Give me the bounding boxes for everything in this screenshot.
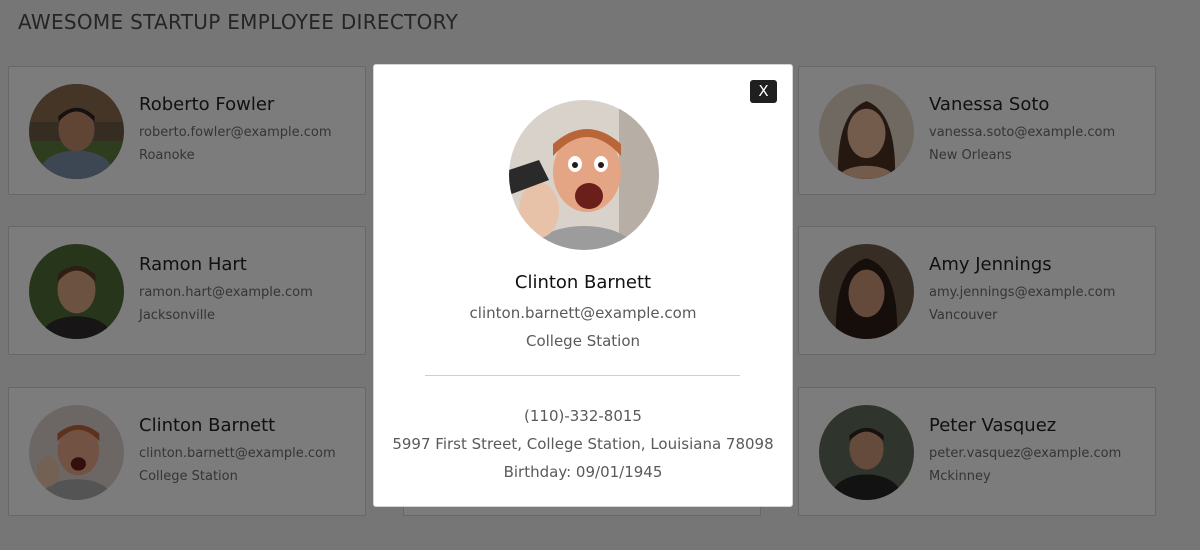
employee-modal: X Clinton Barnett clinton.barnett@exampl… [373, 64, 793, 507]
modal-employee-city: College Station [525, 332, 641, 350]
close-button[interactable]: X [750, 80, 777, 103]
modal-employee-email: clinton.barnett@example.com [469, 304, 697, 322]
modal-employee-phone: (110)-332-8015 [524, 407, 642, 425]
divider [425, 375, 740, 376]
modal-employee-name: Clinton Barnett [514, 272, 652, 293]
modal-employee-birthday: Birthday: 09/01/1945 [503, 463, 663, 481]
modal-employee-address: 5997 First Street, College Station, Loui… [392, 435, 774, 453]
avatar [509, 100, 659, 250]
